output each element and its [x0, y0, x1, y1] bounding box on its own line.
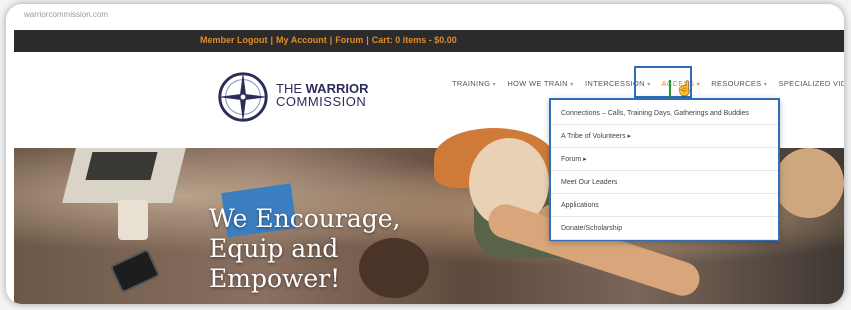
forum-link[interactable]: Forum: [335, 35, 363, 45]
dropdown-item-donate-scholarship[interactable]: Donate/Scholarship: [551, 217, 778, 240]
laptop-keyboard-image: [85, 152, 158, 180]
nav-item-training[interactable]: TRAINING ▾: [452, 79, 496, 88]
nav-item-how-we-train[interactable]: HOW WE TRAIN ▾: [507, 79, 573, 88]
cup-image: [118, 200, 148, 240]
member-logout-link[interactable]: Member Logout: [200, 35, 268, 45]
top-links: Member Logout | My Account | Forum | Cart: 0 i…: [200, 35, 457, 45]
access-dropdown-menu: Connections – Calls, Training Days, Gath…: [549, 98, 780, 241]
dropdown-item-meet-our-leaders[interactable]: Meet Our Leaders: [551, 171, 778, 194]
phone-image: [109, 248, 161, 294]
dropdown-item-connections[interactable]: Connections – Calls, Training Days, Gath…: [551, 102, 778, 125]
cart-link[interactable]: Cart: 0 items - $0.00: [372, 35, 457, 45]
dropdown-item-applications[interactable]: Applications: [551, 194, 778, 217]
hero-line-2: Equip and: [209, 234, 339, 263]
separator: |: [270, 35, 274, 45]
my-account-link[interactable]: My Account: [276, 35, 327, 45]
hero-line-3: Empower!: [209, 264, 341, 293]
hero-headline: We Encourage, Equip and Empower!: [209, 204, 401, 294]
brand-name[interactable]: THE WARRIOR COMMISSION: [276, 82, 368, 108]
top-utility-bar: Member Logout | My Account | Forum | Cart: 0 i…: [14, 30, 844, 52]
dropdown-item-forum[interactable]: Forum ▸: [551, 148, 778, 171]
person-face-image: [774, 148, 844, 218]
compass-logo-icon[interactable]: [214, 68, 272, 126]
separator: |: [366, 35, 369, 45]
nav-item-specialized-videos[interactable]: SPECIALIZED VIDEOS: [779, 79, 844, 88]
address-bar[interactable]: warriorcommission.com: [24, 10, 108, 19]
brand-line2: COMMISSION: [276, 94, 367, 109]
dropdown-item-tribe-of-volunteers[interactable]: A Tribe of Volunteers ▸: [551, 125, 778, 148]
nav-item-resources[interactable]: RESOURCES ▾: [711, 79, 767, 88]
hand-cursor-icon: ☝: [676, 80, 694, 96]
separator: |: [329, 35, 333, 45]
hero-line-1: We Encourage,: [209, 204, 401, 233]
